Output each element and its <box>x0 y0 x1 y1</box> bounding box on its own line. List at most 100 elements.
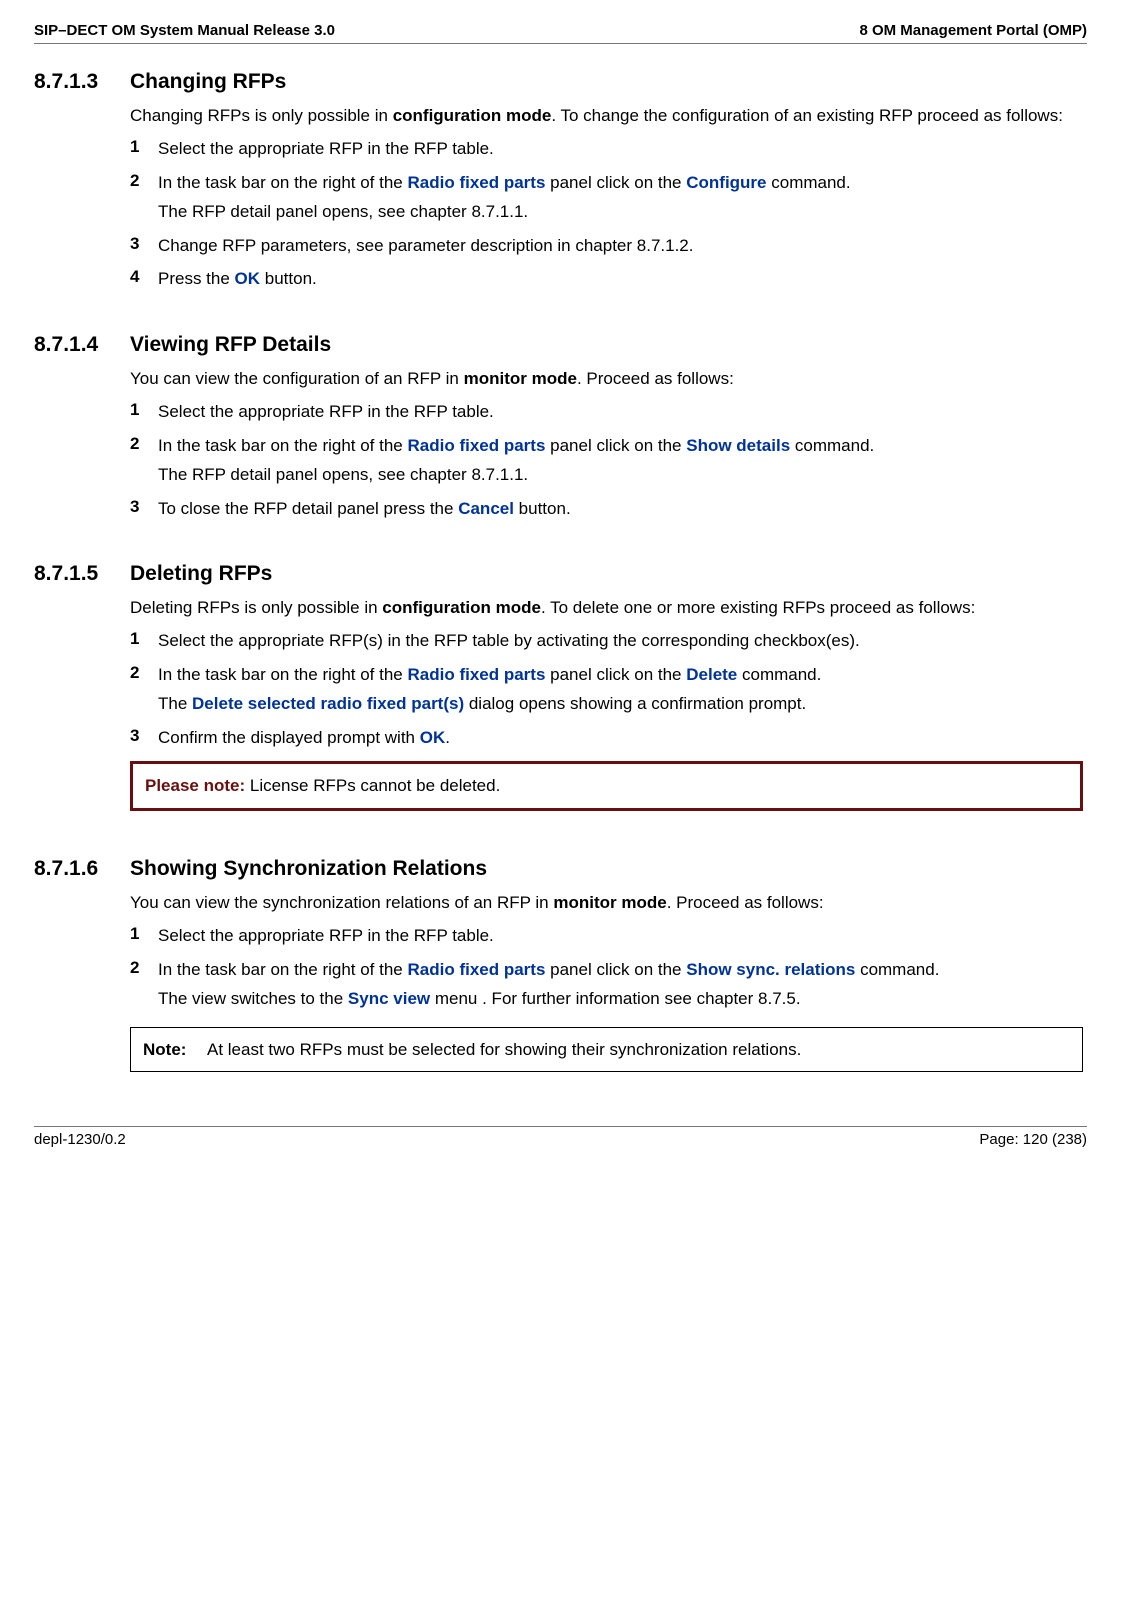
header-left: SIP–DECT OM System Manual Release 3.0 <box>34 22 335 39</box>
text: . <box>445 728 450 747</box>
section-title: Deleting RFPs <box>130 562 272 586</box>
step-number: 1 <box>130 137 158 160</box>
section-heading: 8.7.1.4 Viewing RFP Details <box>34 333 1087 357</box>
text: To close the RFP detail panel press the <box>158 499 458 518</box>
step-number: 2 <box>130 434 158 487</box>
text: button. <box>514 499 571 518</box>
step-body: In the task bar on the right of the Radi… <box>158 663 1083 716</box>
text: Changing RFPs is only possible in <box>130 106 393 125</box>
list-item: 2 In the task bar on the right of the Ra… <box>130 171 1083 224</box>
text: Confirm the displayed prompt with <box>158 728 420 747</box>
section-number: 8.7.1.5 <box>34 562 130 586</box>
step-subtext: The view switches to the Sync view menu … <box>158 987 1083 1010</box>
text: panel click on the <box>545 436 686 455</box>
intro-paragraph: You can view the configuration of an RFP… <box>130 367 1083 390</box>
step-body: Select the appropriate RFP in the RFP ta… <box>158 924 1083 947</box>
keyword: Radio fixed parts <box>408 665 546 684</box>
section-showing-sync-relations: 8.7.1.6 Showing Synchronization Relation… <box>34 857 1087 1072</box>
section-body: Changing RFPs is only possible in config… <box>130 104 1083 291</box>
bold-text: monitor mode <box>553 893 666 912</box>
header-right: 8 OM Management Portal (OMP) <box>859 22 1087 39</box>
text: dialog opens showing a confirmation prom… <box>464 694 806 713</box>
section-body: Deleting RFPs is only possible in config… <box>130 596 1083 749</box>
step-number: 4 <box>130 267 158 290</box>
section-title: Showing Synchronization Relations <box>130 857 487 881</box>
step-number: 2 <box>130 663 158 716</box>
keyword: Show sync. relations <box>686 960 855 979</box>
keyword: OK <box>420 728 446 747</box>
step-body: Change RFP parameters, see parameter des… <box>158 234 1083 257</box>
list-item: 3 Change RFP parameters, see parameter d… <box>130 234 1083 257</box>
keyword: Radio fixed parts <box>408 960 546 979</box>
text: . To delete one or more existing RFPs pr… <box>541 598 975 617</box>
section-deleting-rfps: 8.7.1.5 Deleting RFPs Deleting RFPs is o… <box>34 562 1087 811</box>
keyword: Sync view <box>348 989 430 1008</box>
text: . Proceed as follows: <box>577 369 734 388</box>
section-number: 8.7.1.3 <box>34 70 130 94</box>
text: In the task bar on the right of the <box>158 173 408 192</box>
list-item: 1 Select the appropriate RFP in the RFP … <box>130 400 1083 423</box>
text: In the task bar on the right of the <box>158 436 408 455</box>
section-changing-rfps: 8.7.1.3 Changing RFPs Changing RFPs is o… <box>34 70 1087 291</box>
note-label: Note: <box>143 1038 207 1061</box>
intro-paragraph: You can view the synchronization relatio… <box>130 891 1083 914</box>
step-subtext: The Delete selected radio fixed part(s) … <box>158 692 1083 715</box>
text: panel click on the <box>545 665 686 684</box>
please-note-box: Please note: License RFPs cannot be dele… <box>130 761 1083 810</box>
text: command. <box>855 960 939 979</box>
note-box: Note: At least two RFPs must be selected… <box>130 1027 1083 1072</box>
text: The <box>158 694 192 713</box>
step-number: 1 <box>130 400 158 423</box>
intro-paragraph: Deleting RFPs is only possible in config… <box>130 596 1083 619</box>
step-number: 1 <box>130 629 158 652</box>
step-subtext: The RFP detail panel opens, see chapter … <box>158 463 1083 486</box>
note-label: Please note: <box>145 776 250 795</box>
list-item: 1 Select the appropriate RFP in the RFP … <box>130 924 1083 947</box>
keyword: Delete <box>686 665 737 684</box>
step-body: In the task bar on the right of the Radi… <box>158 958 1083 1011</box>
list-item: 2 In the task bar on the right of the Ra… <box>130 434 1083 487</box>
footer-right: Page: 120 (238) <box>979 1131 1087 1148</box>
section-heading: 8.7.1.3 Changing RFPs <box>34 70 1087 94</box>
text: command. <box>737 665 821 684</box>
step-body: In the task bar on the right of the Radi… <box>158 171 1083 224</box>
note-text: At least two RFPs must be selected for s… <box>207 1038 801 1061</box>
bold-text: configuration mode <box>393 106 552 125</box>
keyword: Configure <box>686 173 766 192</box>
section-title: Viewing RFP Details <box>130 333 331 357</box>
bold-text: monitor mode <box>464 369 577 388</box>
text: command. <box>790 436 874 455</box>
footer-left: depl-1230/0.2 <box>34 1131 126 1148</box>
step-number: 3 <box>130 497 158 520</box>
bold-text: configuration mode <box>382 598 541 617</box>
text: button. <box>260 269 317 288</box>
text: . To change the configuration of an exis… <box>551 106 1063 125</box>
keyword: Show details <box>686 436 790 455</box>
note-text: License RFPs cannot be deleted. <box>250 776 500 795</box>
keyword: Radio fixed parts <box>408 436 546 455</box>
list-item: 4 Press the OK button. <box>130 267 1083 290</box>
intro-paragraph: Changing RFPs is only possible in config… <box>130 104 1083 127</box>
text: The view switches to the <box>158 989 348 1008</box>
text: Deleting RFPs is only possible in <box>130 598 382 617</box>
section-heading: 8.7.1.5 Deleting RFPs <box>34 562 1087 586</box>
keyword: OK <box>235 269 261 288</box>
step-subtext: The RFP detail panel opens, see chapter … <box>158 200 1083 223</box>
step-number: 2 <box>130 171 158 224</box>
step-body: Confirm the displayed prompt with OK. <box>158 726 1083 749</box>
text: panel click on the <box>545 960 686 979</box>
list-item: 2 In the task bar on the right of the Ra… <box>130 958 1083 1011</box>
text: Press the <box>158 269 235 288</box>
step-body: Select the appropriate RFP in the RFP ta… <box>158 400 1083 423</box>
list-item: 3 To close the RFP detail panel press th… <box>130 497 1083 520</box>
page-footer: depl-1230/0.2 Page: 120 (238) <box>34 1126 1087 1148</box>
section-heading: 8.7.1.6 Showing Synchronization Relation… <box>34 857 1087 881</box>
step-body: To close the RFP detail panel press the … <box>158 497 1083 520</box>
section-body: You can view the synchronization relatio… <box>130 891 1083 1011</box>
section-title: Changing RFPs <box>130 70 286 94</box>
text: In the task bar on the right of the <box>158 665 408 684</box>
list-item: 3 Confirm the displayed prompt with OK. <box>130 726 1083 749</box>
text: command. <box>767 173 851 192</box>
page-header: SIP–DECT OM System Manual Release 3.0 8 … <box>34 22 1087 44</box>
section-body: You can view the configuration of an RFP… <box>130 367 1083 520</box>
